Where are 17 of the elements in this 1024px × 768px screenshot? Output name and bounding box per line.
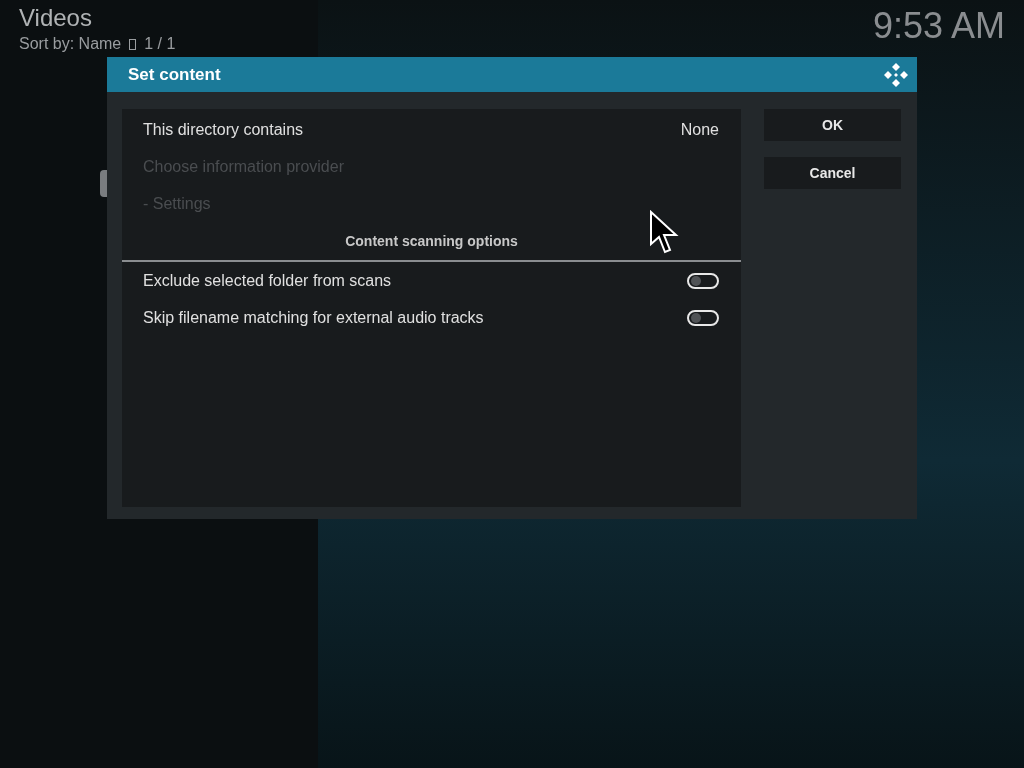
- section-header: Content scanning options: [345, 231, 518, 251]
- diamond-logo-icon: [883, 61, 909, 88]
- toggle-switch[interactable]: [687, 309, 719, 326]
- item-count: 1 / 1: [144, 34, 176, 54]
- mouse-cursor-icon: [649, 210, 679, 256]
- setting-value: None: [680, 119, 719, 140]
- setting-label: This directory contains: [143, 119, 304, 140]
- dialog-title: Set content: [128, 63, 221, 86]
- placeholder-glyph-icon: [129, 38, 137, 50]
- toggle-label: Skip filename matching for external audio tracks: [143, 307, 484, 328]
- clock: 9:53 AM: [872, 4, 1005, 48]
- toggle-switch[interactable]: [687, 272, 719, 289]
- dialog-button[interactable]: Cancel: [764, 157, 901, 189]
- sort-label: Sort by: Name: [19, 34, 122, 54]
- dialog-button[interactable]: OK: [764, 109, 901, 141]
- toggle-label: Exclude selected folder from scans: [143, 270, 392, 291]
- page-title: Videos: [19, 4, 93, 32]
